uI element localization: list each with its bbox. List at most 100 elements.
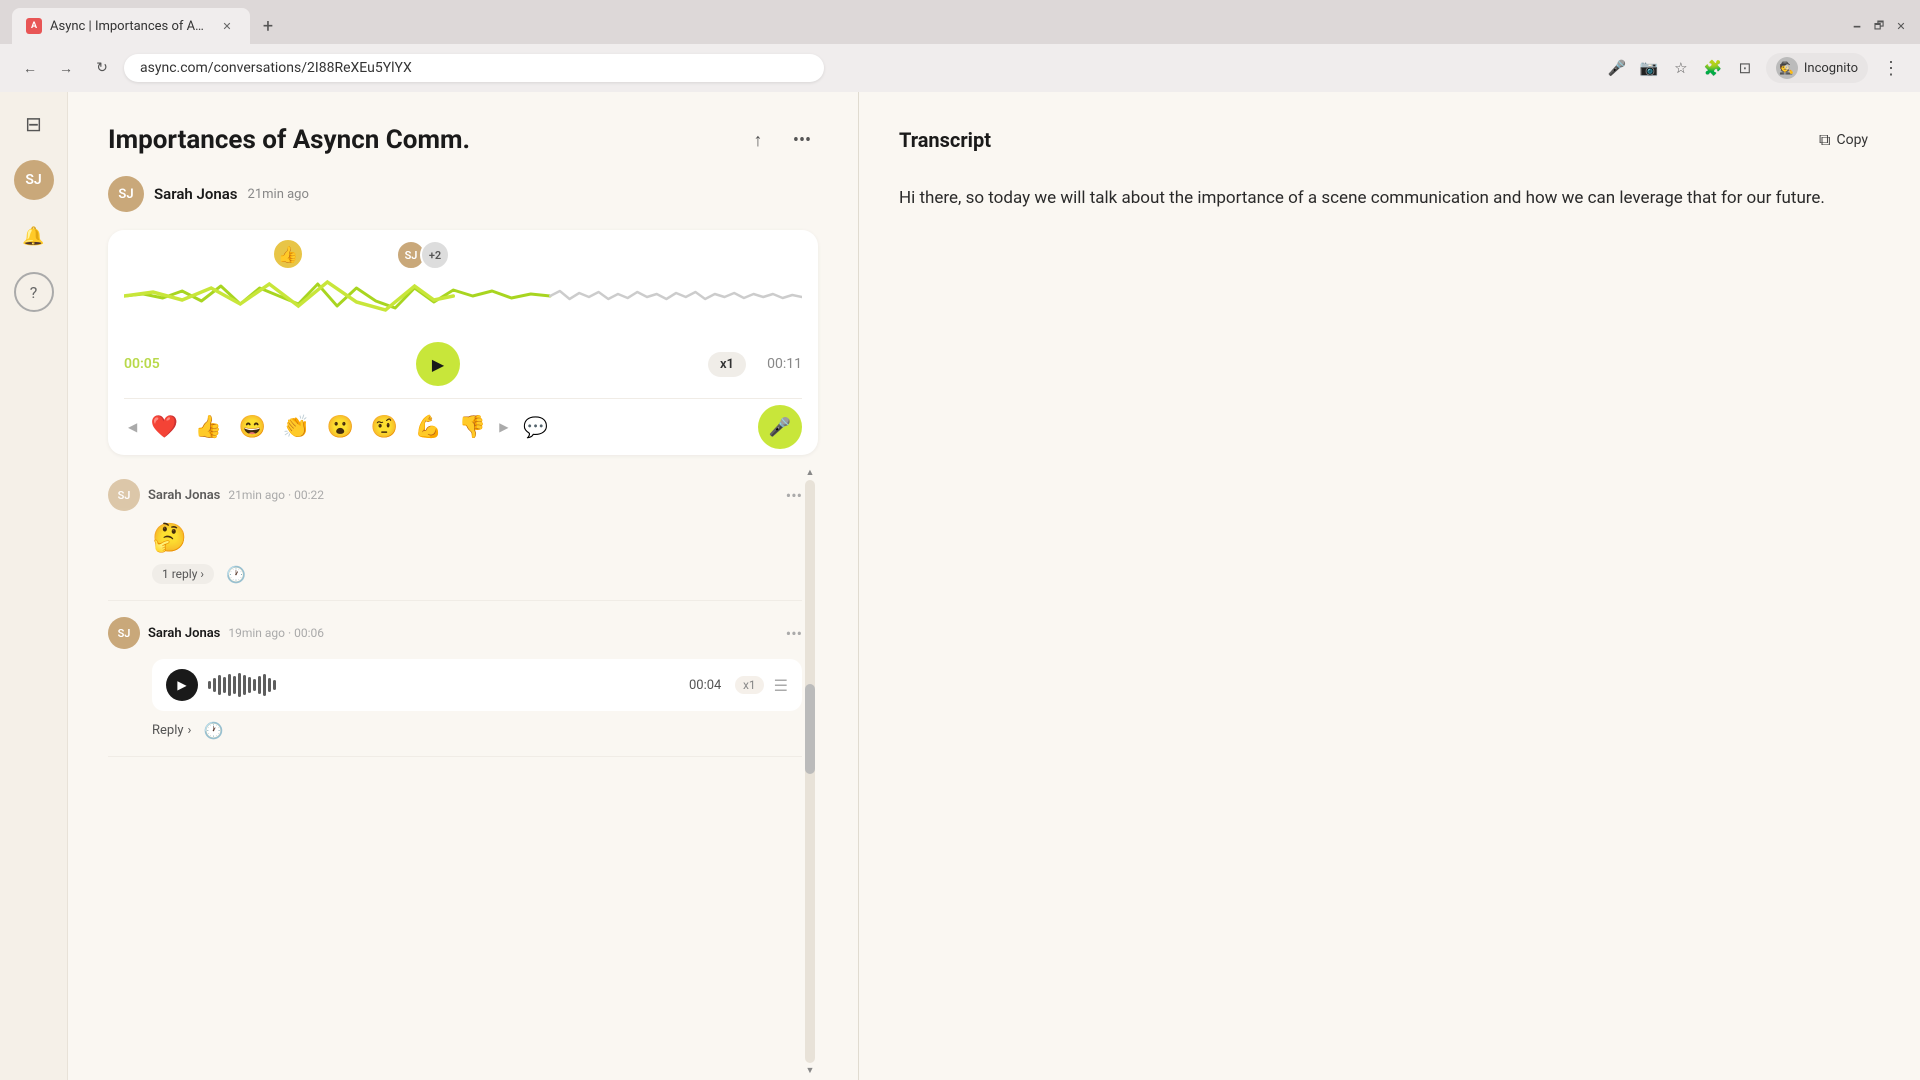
comment-author-info-2: SJ Sarah Jonas 19min ago · 00:06 [108,617,778,649]
emoji-flex[interactable]: 💪 [407,406,449,448]
back-button[interactable]: ← [16,54,44,82]
comment-more-btn-1[interactable]: ••• [786,486,802,505]
emoji-skeptical[interactable]: 🤨 [363,406,405,448]
mic-button[interactable]: 🎤 [758,405,802,449]
emoji-surprised[interactable]: 😮 [319,406,361,448]
comment-item-2: SJ Sarah Jonas 19min ago · 00:06 ••• ▶ [108,601,802,757]
forward-button[interactable]: → [52,54,80,82]
wave-bar [228,674,231,696]
comment-actions-2: Reply › 🕐 [152,721,802,740]
window-controls: 🗕 🗗 ✕ [1850,19,1908,33]
notifications-icon[interactable]: 🔔 [14,216,54,256]
active-tab[interactable]: A Async | Importances of Asynco Co... ✕ [12,8,250,44]
header-actions: ↑ ••• [742,124,818,156]
comment-body-2: ▶ [108,659,802,740]
scrollbar-container: ▲ ▼ [802,463,818,1080]
new-tab-button[interactable]: + [254,12,282,40]
reply-button[interactable]: Reply › [152,723,191,738]
extensions-icon[interactable]: 🧩 [1702,57,1724,79]
emoji-thumbsdown[interactable]: 👎 [451,406,493,448]
app-layout: ⊟ SJ 🔔 ? Importances of Asyncn Comm. ↑ •… [0,92,1920,1080]
share-icon[interactable]: ↑ [742,124,774,156]
maximize-button[interactable]: 🗗 [1872,19,1886,33]
emoji-heart[interactable]: ❤️ [143,406,185,448]
comment-meta-2: 19min ago · 00:06 [228,626,324,640]
wave-bar [263,674,266,696]
wave-bar [233,676,236,694]
sidebar-toggle-icon[interactable]: ⊟ [14,104,54,144]
add-reaction-icon-2[interactable]: 🕐 [203,721,223,740]
emoji-reaction-bar: ◀ ❤️ 👍 😄 👏 😮 🤨 💪 👎 ▶ 💬 🎤 [124,398,802,455]
scroll-down-arrow[interactable]: ▼ [806,1065,815,1076]
wave-bar [253,679,256,691]
author-row: SJ Sarah Jonas 21min ago [108,176,818,212]
sidebar: ⊟ SJ 🔔 ? [0,92,68,1080]
tab-title: Async | Importances of Asynco Co... [50,19,210,34]
microphone-icon[interactable]: 🎤 [1606,57,1628,79]
help-icon[interactable]: ? [14,272,54,312]
audio-play-button[interactable]: ▶ [166,669,198,701]
tab-close-btn[interactable]: ✕ [218,17,236,35]
wave-bar [243,675,246,695]
address-bar[interactable]: async.com/conversations/2I88ReXEu5YlYX [124,54,824,82]
author-avatar: SJ [108,176,144,212]
comment-meta-1: 21min ago · 00:22 [228,488,324,502]
address-bar-row: ← → ↻ async.com/conversations/2I88ReXEu5… [0,44,1920,92]
incognito-button[interactable]: 🕵 Incognito [1766,53,1868,83]
minimize-button[interactable]: 🗕 [1850,19,1864,33]
audio-waveform-mini [208,673,679,697]
play-button[interactable]: ▶ [416,342,460,386]
incognito-label: Incognito [1804,61,1858,76]
conversation-title: Importances of Asyncn Comm. [108,125,742,155]
reaction-avatar-group: SJ +2 [396,240,450,270]
comment-emoji-1: 🤔 [152,521,802,554]
wave-bar [238,673,241,697]
main-content: Importances of Asyncn Comm. ↑ ••• SJ Sar… [68,92,1920,1080]
author-name: Sarah Jonas [154,185,238,203]
close-window-button[interactable]: ✕ [1894,19,1908,33]
profile-icon[interactable]: ⊡ [1734,57,1756,79]
comment-author-name-2: Sarah Jonas [148,626,220,641]
camera-off-icon[interactable]: 📷 [1638,57,1660,79]
wave-bar [273,680,276,690]
wave-bar [218,675,221,695]
star-icon[interactable]: ☆ [1670,57,1692,79]
current-time: 00:05 [124,356,168,372]
wave-bar [213,678,216,692]
audio-speed[interactable]: x1 [735,676,764,694]
emoji-thumbsup[interactable]: 👍 [187,406,229,448]
add-reaction-icon-1[interactable]: 🕐 [226,565,246,584]
comment-more-btn-2[interactable]: ••• [786,624,802,643]
comment-button[interactable]: 💬 [514,406,556,448]
emoji-scroll-right[interactable]: ▶ [495,416,512,438]
comment-header-1: SJ Sarah Jonas 21min ago · 00:22 ••• [108,479,802,511]
comment-avatar-2: SJ [108,617,140,649]
copy-button[interactable]: ⧉ Copy [1807,124,1880,156]
browser-menu-button[interactable]: ⋮ [1878,58,1904,79]
waveform-svg [124,266,802,326]
scroll-up-arrow[interactable]: ▲ [806,467,815,478]
speed-button[interactable]: x1 [708,352,746,377]
reply-count-1[interactable]: 1 reply › [152,564,214,584]
browser-actions: 🎤 📷 ☆ 🧩 ⊡ 🕵 Incognito ⋮ [1606,53,1904,83]
reaction-avatar-1: 👍 [272,238,304,270]
conversation-panel: Importances of Asyncn Comm. ↑ ••• SJ Sar… [68,92,858,1080]
more-options-icon[interactable]: ••• [786,124,818,156]
comment-author-info-1: SJ Sarah Jonas 21min ago · 00:22 [108,479,778,511]
emoji-clap[interactable]: 👏 [275,406,317,448]
transcript-title: Transcript [899,128,1807,152]
comment-item: SJ Sarah Jonas 21min ago · 00:22 ••• 🤔 1… [108,463,802,601]
avatar-count: +2 [420,240,450,270]
user-avatar[interactable]: SJ [14,160,54,200]
wave-bar [208,681,211,689]
copy-label: Copy [1836,132,1868,148]
emoji-scroll-left[interactable]: ◀ [124,416,141,438]
audio-transcript-icon[interactable]: ☰ [774,676,788,695]
reload-button[interactable]: ↻ [88,54,116,82]
comment-body-1: 🤔 1 reply › 🕐 [108,521,802,584]
incognito-avatar: 🕵 [1776,57,1798,79]
scrollbar-thumb[interactable] [805,684,815,774]
comment-author-name-1: Sarah Jonas [148,488,220,503]
conversation-header: Importances of Asyncn Comm. ↑ ••• [108,124,818,156]
emoji-smile[interactable]: 😄 [231,406,273,448]
